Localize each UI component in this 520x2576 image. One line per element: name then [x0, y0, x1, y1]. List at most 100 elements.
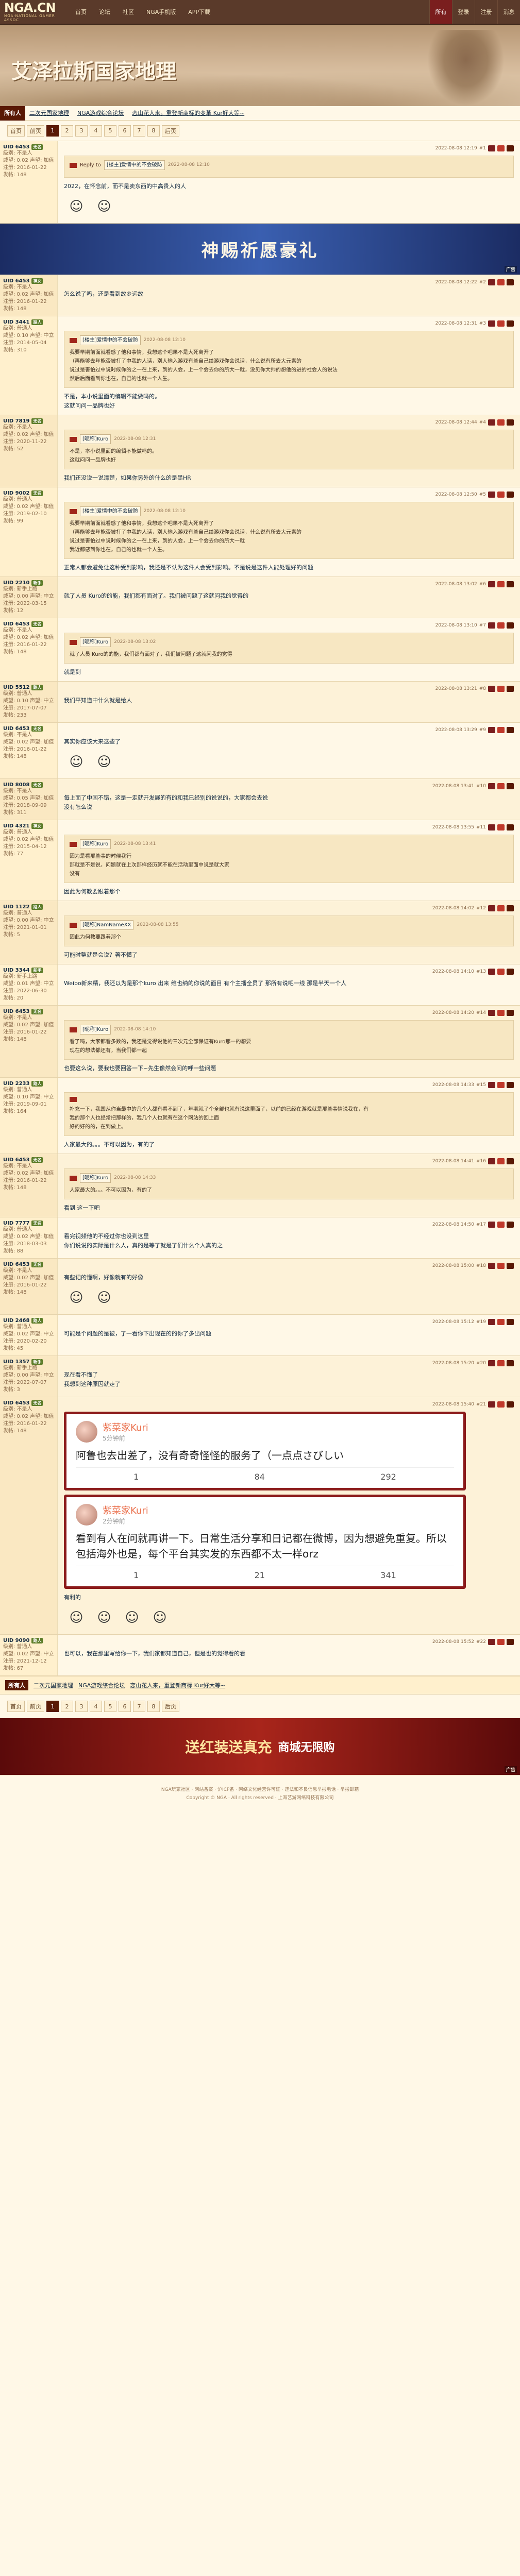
author-uid[interactable]: UID 7819	[3, 418, 29, 424]
page-2-bottom[interactable]: 2	[61, 1701, 73, 1712]
page-prev[interactable]: 前页	[27, 125, 44, 137]
more-icon[interactable]	[507, 1158, 514, 1164]
page-7[interactable]: 7	[133, 125, 145, 137]
more-icon[interactable]	[507, 1401, 514, 1408]
author-uid[interactable]: UID 2468	[3, 1318, 29, 1324]
login-button[interactable]: 登录	[452, 0, 475, 24]
quote-icon[interactable]	[497, 320, 505, 327]
quote-icon[interactable]	[497, 145, 505, 151]
quote-author-link[interactable]: [昵称]Kuro	[80, 637, 111, 647]
breadcrumb-link-nga-games[interactable]: NGA游戏综合论坛	[73, 106, 128, 121]
bottom-link-acg[interactable]: 二次元国家地理	[33, 1681, 73, 1689]
reply-icon[interactable]	[488, 419, 495, 426]
author-uid[interactable]: UID 3441	[3, 319, 29, 325]
reply-icon[interactable]	[488, 1010, 495, 1016]
repost-count[interactable]: 1	[133, 1472, 139, 1482]
nav-item-home[interactable]: 首页	[69, 0, 93, 24]
more-icon[interactable]	[507, 492, 514, 498]
author-uid[interactable]: UID 2210	[3, 580, 29, 586]
reply-icon[interactable]	[488, 1639, 495, 1645]
author-uid[interactable]: UID 6453	[3, 1400, 29, 1406]
weibo-author-name[interactable]: 紫菜家Kuri	[103, 1503, 148, 1517]
page-5-bottom[interactable]: 5	[104, 1701, 116, 1712]
weibo-author-name[interactable]: 紫菜家Kuri	[103, 1420, 148, 1434]
author-uid[interactable]: UID 6453	[3, 1009, 29, 1014]
reply-icon[interactable]	[488, 905, 495, 911]
reply-icon[interactable]	[488, 1263, 495, 1269]
more-icon[interactable]	[507, 824, 514, 831]
reply-icon[interactable]	[488, 824, 495, 831]
more-icon[interactable]	[507, 320, 514, 327]
page-1[interactable]: 1	[46, 125, 59, 137]
like-count[interactable]: 292	[380, 1472, 396, 1482]
register-button[interactable]: 注册	[475, 0, 497, 24]
more-icon[interactable]	[507, 905, 514, 911]
reply-icon[interactable]	[488, 279, 495, 285]
quote-author-link[interactable]: [楼主]爱情中的不会破防	[80, 335, 141, 345]
page-3[interactable]: 3	[75, 125, 88, 137]
quote-author-link[interactable]: [楼主]爱情中的不会破防	[104, 160, 165, 170]
more-icon[interactable]	[507, 581, 514, 587]
more-icon[interactable]	[507, 622, 514, 629]
page-6[interactable]: 6	[119, 125, 131, 137]
weibo-embed-card[interactable]: 紫菜家Kuri 2分钟前 看到有人在问就再讲一下。日常生活分享和日记都在微博，因为想…	[64, 1495, 466, 1589]
page-5[interactable]: 5	[104, 125, 116, 137]
reply-icon[interactable]	[488, 1401, 495, 1408]
quote-icon[interactable]	[497, 1319, 505, 1325]
more-icon[interactable]	[507, 969, 514, 975]
page-next[interactable]: 后页	[162, 125, 179, 137]
more-icon[interactable]	[507, 1010, 514, 1016]
author-uid[interactable]: UID 2233	[3, 1081, 29, 1087]
more-icon[interactable]	[507, 1360, 514, 1366]
quote-icon[interactable]	[497, 279, 505, 285]
page-4[interactable]: 4	[90, 125, 102, 137]
weibo-embed-card[interactable]: 紫菜家Kuri 5分钟前 阿鲁也去出差了，没有奇奇怪怪的服务了（一点点さびしい 1 84…	[64, 1412, 466, 1490]
quote-icon[interactable]	[497, 622, 505, 629]
page-6-bottom[interactable]: 6	[119, 1701, 131, 1712]
breadcrumb-thread-title[interactable]: 恋山花人来，重登新商标的变革 Kur好大等~	[128, 106, 248, 121]
page-prev-bottom[interactable]: 前页	[27, 1701, 44, 1712]
author-uid[interactable]: UID 9090	[3, 1638, 29, 1643]
repost-count[interactable]: 1	[133, 1570, 139, 1580]
quote-author-link[interactable]: [昵称]Kuro	[80, 839, 111, 849]
page-2[interactable]: 2	[61, 125, 73, 137]
author-uid[interactable]: UID 3344	[3, 968, 29, 973]
more-icon[interactable]	[507, 1639, 514, 1645]
more-icon[interactable]	[507, 419, 514, 426]
nav-item-forum[interactable]: 论坛	[93, 0, 116, 24]
nav-item-app-download[interactable]: APP下载	[182, 0, 216, 24]
inline-ad-banner[interactable]: 神赐祈愿豪礼 广告	[0, 224, 520, 275]
more-icon[interactable]	[507, 1263, 514, 1269]
reply-icon[interactable]	[488, 145, 495, 151]
quote-icon[interactable]	[497, 1639, 505, 1645]
author-uid[interactable]: UID 1357	[3, 1359, 29, 1365]
quote-icon[interactable]	[497, 1158, 505, 1164]
bottom-thread-title[interactable]: 恋山花人来，重登新商标 Kur好大等~	[130, 1681, 225, 1689]
page-1-bottom[interactable]: 1	[46, 1701, 59, 1712]
more-icon[interactable]	[507, 1082, 514, 1088]
quote-icon[interactable]	[497, 783, 505, 789]
author-uid[interactable]: UID 4321	[3, 823, 29, 829]
quote-icon[interactable]	[497, 1082, 505, 1088]
quote-icon[interactable]	[497, 581, 505, 587]
quote-icon[interactable]	[497, 969, 505, 975]
more-icon[interactable]	[507, 1222, 514, 1228]
author-uid[interactable]: UID 6453	[3, 726, 29, 732]
quote-icon[interactable]	[497, 905, 505, 911]
reply-icon[interactable]	[488, 492, 495, 498]
more-icon[interactable]	[507, 727, 514, 733]
messages-button[interactable]: 消息	[497, 0, 520, 24]
reply-icon[interactable]	[488, 581, 495, 587]
author-uid[interactable]: UID 1122	[3, 904, 29, 910]
like-count[interactable]: 341	[380, 1570, 396, 1580]
bottom-link-nga-games[interactable]: NGA游戏综合论坛	[78, 1681, 125, 1689]
author-uid[interactable]: UID 5512	[3, 685, 29, 690]
bottom-ad-banner[interactable]: 送红装送真充 商城无限购 广告	[0, 1718, 520, 1775]
page-8-bottom[interactable]: 8	[147, 1701, 160, 1712]
breadcrumb-link-acg[interactable]: 二次元国家地理	[25, 106, 73, 121]
tab-all[interactable]: 所有人	[0, 106, 25, 121]
page-first-bottom[interactable]: 首页	[7, 1701, 25, 1712]
site-logo[interactable]: NGA.CN NGA·NATIONAL GAMER ASSOC	[0, 0, 62, 24]
nav-item-mobile[interactable]: NGA手机版	[140, 0, 182, 24]
reply-icon[interactable]	[488, 1319, 495, 1325]
